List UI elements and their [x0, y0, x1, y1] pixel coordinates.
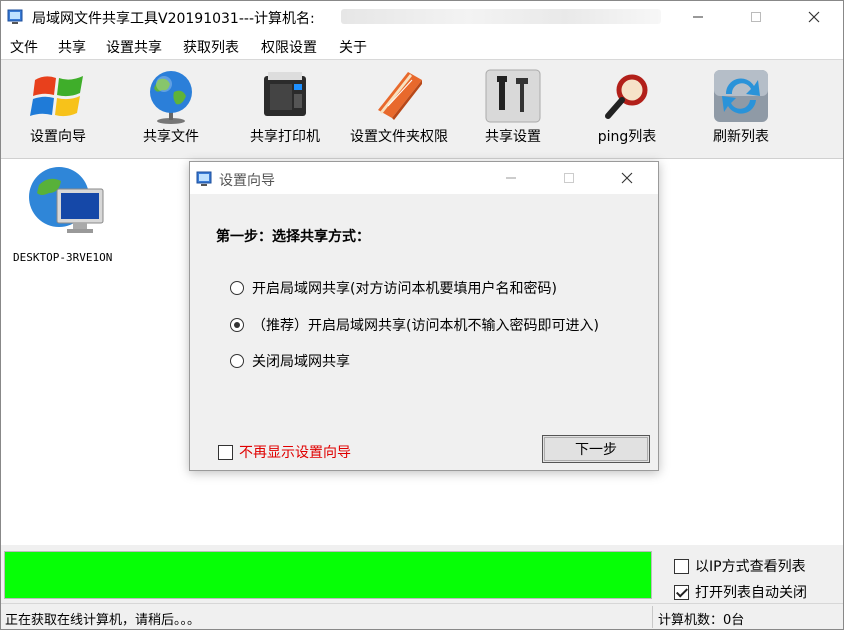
setup-wizard-dialog: 设置向导 第一步：选择共享方式： 开启局域网共享(对方访问本机要填用户名和密码)… [189, 161, 659, 471]
tools-icon [485, 69, 541, 123]
tool-ping-list[interactable]: ping列表 [573, 60, 681, 158]
checkbox-box[interactable] [674, 584, 689, 600]
menu-share[interactable]: 共享 [58, 37, 86, 57]
progress-fill [5, 552, 651, 598]
close-button[interactable] [791, 1, 837, 33]
menu-get-list[interactable]: 获取列表 [183, 37, 239, 57]
network-computer-icon [29, 167, 104, 233]
option-share-no-password[interactable]: （推荐）开启局域网共享(访问本机不输入密码即可进入) [230, 315, 599, 335]
dialog-title: 设置向导 [219, 173, 275, 189]
menu-file[interactable]: 文件 [10, 37, 38, 57]
menu-about[interactable]: 关于 [339, 37, 367, 57]
tool-share-printer[interactable]: 共享打印机 [231, 60, 339, 158]
dialog-maximize-button[interactable] [546, 162, 592, 194]
toolbar: 设置向导 共享文件 共享打印机 设置文件夹权限 共享设置 ping列表 刷新列表 [1, 59, 843, 159]
window-title: 局域网文件共享工具V20191031---计算机名: [32, 11, 315, 27]
menu-permissions[interactable]: 权限设置 [261, 37, 317, 57]
status-separator [652, 606, 653, 628]
tool-setup-wizard[interactable]: 设置向导 [4, 60, 112, 158]
step-title: 第一步：选择共享方式： [216, 229, 370, 245]
globe-icon [150, 71, 192, 124]
menu-bar: 文件 共享 设置共享 获取列表 权限设置 关于 [1, 33, 843, 59]
app-icon [7, 9, 23, 24]
maximize-icon [564, 173, 574, 183]
status-bar: 正在获取在线计算机，请稍后。。。 计算机数：0台 [1, 603, 843, 629]
radio-button[interactable] [230, 281, 244, 295]
tool-label: 设置文件夹权限 [350, 129, 448, 145]
checkbox-label: 不再显示设置向导 [239, 445, 351, 461]
next-button[interactable]: 下一步 [542, 435, 650, 463]
dialog-title-bar: 设置向导 [190, 162, 658, 194]
radio-button[interactable] [230, 354, 244, 368]
title-bar: 局域网文件共享工具V20191031---计算机名: [1, 1, 843, 33]
tool-share-settings[interactable]: 共享设置 [459, 60, 567, 158]
minimize-icon [693, 16, 703, 18]
menu-set-share[interactable]: 设置共享 [106, 37, 162, 57]
tool-share-files[interactable]: 共享文件 [117, 60, 225, 158]
dont-show-again-checkbox[interactable]: 不再显示设置向导 [218, 442, 351, 462]
tool-label: 共享文件 [143, 129, 199, 145]
magnifier-icon [605, 74, 648, 119]
computer-item[interactable]: DESKTOP-3RVE1ON [11, 159, 131, 269]
main-window: 局域网文件共享工具V20191031---计算机名: 文件 共享 设置共享 获取… [0, 0, 844, 630]
windows-logo-icon [30, 76, 83, 117]
folder-book-icon [378, 72, 422, 120]
tool-folder-permissions[interactable]: 设置文件夹权限 [345, 60, 453, 158]
auto-close-checkbox[interactable]: 打开列表自动关闭 [674, 582, 807, 602]
app-icon [196, 171, 212, 186]
checkbox-box[interactable] [674, 558, 689, 574]
radio-label: 开启局域网共享(对方访问本机要填用户名和密码) [252, 281, 557, 297]
close-icon [621, 172, 633, 184]
computer-name: DESKTOP-3RVE1ON [13, 251, 113, 264]
radio-label: 关闭局域网共享 [252, 354, 350, 370]
minimize-icon [506, 177, 516, 179]
computer-count: 计算机数：0台 [658, 613, 745, 628]
tool-label: ping列表 [597, 129, 657, 145]
option-disable-share[interactable]: 关闭局域网共享 [230, 351, 350, 371]
option-share-with-password[interactable]: 开启局域网共享(对方访问本机要填用户名和密码) [230, 278, 557, 298]
printer-icon [264, 72, 306, 116]
minimize-button[interactable] [675, 1, 721, 33]
progress-bar [4, 551, 652, 599]
checkbox-box[interactable] [218, 444, 233, 460]
view-by-ip-checkbox[interactable]: 以IP方式查看列表 [674, 556, 806, 576]
computer-name-redacted [341, 9, 661, 24]
tool-label: 设置向导 [30, 129, 86, 145]
refresh-icon [714, 70, 768, 122]
close-icon [808, 11, 820, 23]
tool-label: 刷新列表 [713, 129, 769, 145]
radio-label: （推荐）开启局域网共享(访问本机不输入密码即可进入) [252, 318, 599, 334]
dialog-minimize-button[interactable] [488, 162, 534, 194]
maximize-icon [751, 12, 761, 22]
tool-refresh-list[interactable]: 刷新列表 [687, 60, 795, 158]
dialog-close-button[interactable] [604, 162, 650, 194]
checkbox-label: 以IP方式查看列表 [695, 559, 806, 575]
tool-label: 共享打印机 [250, 129, 320, 145]
bottom-panel: 以IP方式查看列表 打开列表自动关闭 [1, 545, 843, 603]
checkbox-label: 打开列表自动关闭 [695, 585, 807, 601]
tool-label: 共享设置 [485, 129, 541, 145]
radio-button[interactable] [230, 318, 244, 332]
status-message: 正在获取在线计算机，请稍后。。。 [5, 613, 201, 628]
maximize-button[interactable] [733, 1, 779, 33]
